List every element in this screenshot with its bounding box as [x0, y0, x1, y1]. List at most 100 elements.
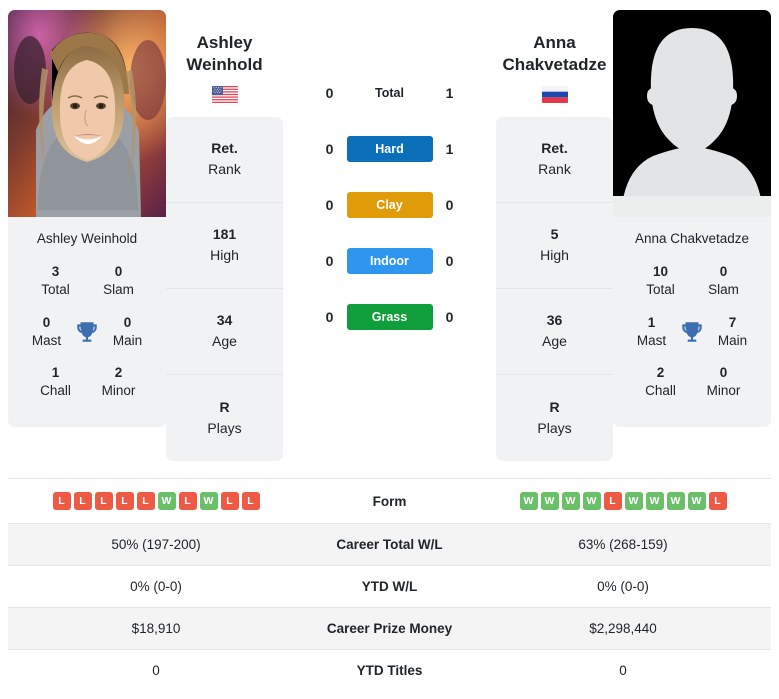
h2h-row-clay: 0 Clay 0	[283, 177, 496, 233]
left-titles-total: 3 Total	[24, 263, 87, 299]
row-label-career-total-wl: Career Total W/L	[336, 537, 443, 552]
left-stat-high-value: 181	[212, 226, 237, 242]
row-label-form: Form	[372, 493, 407, 509]
h2h-clay-label[interactable]: Clay	[346, 192, 433, 218]
form-badge-loss: L	[220, 492, 239, 510]
left-stat-rank-label: Rank	[208, 161, 241, 177]
right-player-first-name: Anna	[533, 33, 576, 52]
h2h-row-hard: 0 Hard 1	[283, 121, 496, 177]
h2h-hard-right-score: 1	[445, 141, 454, 157]
right-titles-main: 7 Main	[710, 314, 755, 350]
right-titles-chall-value: 2	[656, 365, 665, 381]
right-stat-high-label: High	[540, 247, 569, 263]
h2h-hard-left-score: 0	[325, 141, 334, 157]
right-titles-row-chall: 2 Chall 0 Minor	[619, 360, 765, 410]
left-titles-row-mast: 0 Mast 0 Main	[14, 310, 160, 360]
right-stat-rank: Ret. Rank	[496, 117, 613, 203]
right-stat-high-value: 5	[550, 226, 559, 242]
flag-ru-icon	[541, 85, 568, 103]
player-comparison-page: Ashley Weinhold 3 Total 0 Slam 0 Mast 0 …	[0, 0, 779, 699]
right-player-card[interactable]: Anna Chakvetadze 10 Total 0 Slam 1 Mast	[613, 10, 771, 427]
form-badge-win: W	[645, 492, 664, 510]
right-stat-rank-label: Rank	[538, 161, 571, 177]
row-label-ytd-titles: YTD Titles	[356, 663, 423, 678]
right-titles-total-label: Total	[646, 282, 675, 298]
h2h-row-total: 0 Total 1	[283, 65, 496, 121]
form-right-cell: WWWWLWWWWL	[475, 479, 771, 524]
right-titles-mast-value: 1	[647, 314, 656, 330]
trophy-icon	[69, 319, 105, 345]
left-titles-minor: 2 Minor	[87, 364, 150, 400]
h2h-grass-label[interactable]: Grass	[346, 304, 433, 330]
right-titles-minor: 0 Minor	[692, 364, 755, 400]
left-stat-age-label: Age	[212, 333, 237, 349]
left-titles-chall: 1 Chall	[24, 364, 87, 400]
ytd-wl-right: 0% (0-0)	[597, 579, 649, 594]
right-titles-row-total: 10 Total 0 Slam	[619, 259, 765, 309]
ytd-titles-left: 0	[152, 663, 160, 678]
right-titles-main-label: Main	[717, 332, 748, 348]
right-titles-slam-value: 0	[719, 264, 728, 280]
form-badge-win: W	[540, 492, 559, 510]
form-badge-win: W	[666, 492, 685, 510]
right-titles-row-mast: 1 Mast 7 Main	[619, 310, 765, 360]
right-form-strip: WWWWLWWWWL	[481, 492, 765, 510]
right-flag-wrap	[496, 85, 613, 103]
left-titles-grid: 3 Total 0 Slam 0 Mast 0 Main 1 Chall 2 M…	[8, 259, 166, 426]
career-total-wl-left: 50% (197-200)	[111, 537, 201, 552]
right-stat-plays: R Plays	[496, 375, 613, 461]
left-stat-rank: Ret. Rank	[166, 117, 283, 203]
right-stat-high: 5 High	[496, 203, 613, 289]
row-label-ytd-wl: YTD W/L	[361, 579, 418, 594]
row-label-career-prize-money: Career Prize Money	[326, 621, 453, 636]
h2h-total-label: Total	[375, 86, 404, 100]
h2h-grass-left-score: 0	[325, 309, 334, 325]
right-stat-stack: Ret. Rank 5 High 36 Age R Plays	[496, 116, 613, 461]
form-badge-win: W	[624, 492, 643, 510]
left-player-card[interactable]: Ashley Weinhold 3 Total 0 Slam 0 Mast 0 …	[8, 10, 166, 427]
form-badge-loss: L	[52, 492, 71, 510]
right-player-name[interactable]: Anna Chakvetadze	[496, 32, 613, 76]
form-badge-win: W	[199, 492, 218, 510]
table-row: LLLLLWLWLL Form WWWWLWWWWL	[8, 478, 771, 524]
career-prize-money-right: $2,298,440	[589, 621, 657, 636]
right-titles-total: 10 Total	[629, 263, 692, 299]
head-to-head-column: 0 Total 1 0 Hard 1 0 Clay 0 0 Indoor 0 0	[283, 10, 496, 345]
right-titles-grid: 10 Total 0 Slam 1 Mast 7 Main 2 Chall 0 …	[613, 259, 771, 426]
left-titles-minor-value: 2	[114, 365, 123, 381]
left-titles-mast-label: Mast	[31, 332, 62, 348]
left-titles-chall-label: Chall	[40, 383, 71, 399]
left-titles-slam-label: Slam	[103, 282, 134, 298]
form-badge-win: W	[519, 492, 538, 510]
right-titles-chall-label: Chall	[645, 383, 676, 399]
left-stat-age: 34 Age	[166, 289, 283, 375]
left-photo-caption: Ashley Weinhold	[36, 231, 138, 246]
form-badge-loss: L	[708, 492, 727, 510]
form-badge-win: W	[687, 492, 706, 510]
left-player-info-column: Ashley Weinhold Ret. Rank 181 High 34 Ag…	[166, 10, 283, 461]
right-stat-rank-value: Ret.	[541, 140, 568, 156]
left-titles-slam: 0 Slam	[87, 263, 150, 299]
flag-us-icon	[211, 85, 238, 103]
left-titles-mast: 0 Mast	[24, 314, 69, 350]
h2h-grass-right-score: 0	[445, 309, 454, 325]
left-titles-chall-value: 1	[51, 365, 60, 381]
table-row: 0 YTD Titles 0	[8, 649, 771, 692]
right-player-photo	[613, 10, 771, 217]
comparison-table: LLLLLWLWLL Form WWWWLWWWWL 50% (197-200)…	[8, 478, 771, 691]
right-titles-mast-label: Mast	[636, 332, 667, 348]
left-titles-main: 0 Main	[105, 314, 150, 350]
left-player-name[interactable]: Ashley Weinhold	[166, 32, 283, 76]
left-stat-stack: Ret. Rank 181 High 34 Age R Plays	[166, 116, 283, 461]
h2h-hard-label[interactable]: Hard	[346, 136, 433, 162]
h2h-indoor-label[interactable]: Indoor	[346, 248, 433, 274]
h2h-clay-right-score: 0	[445, 197, 454, 213]
right-titles-minor-label: Minor	[706, 383, 741, 399]
left-stat-plays: R Plays	[166, 375, 283, 461]
form-left-cell: LLLLLWLWLL	[8, 479, 304, 524]
left-titles-row-chall: 1 Chall 2 Minor	[14, 360, 160, 410]
form-badge-loss: L	[136, 492, 155, 510]
right-titles-chall: 2 Chall	[629, 364, 692, 400]
left-titles-row-total: 3 Total 0 Slam	[14, 259, 160, 309]
left-stat-age-value: 34	[216, 312, 233, 328]
